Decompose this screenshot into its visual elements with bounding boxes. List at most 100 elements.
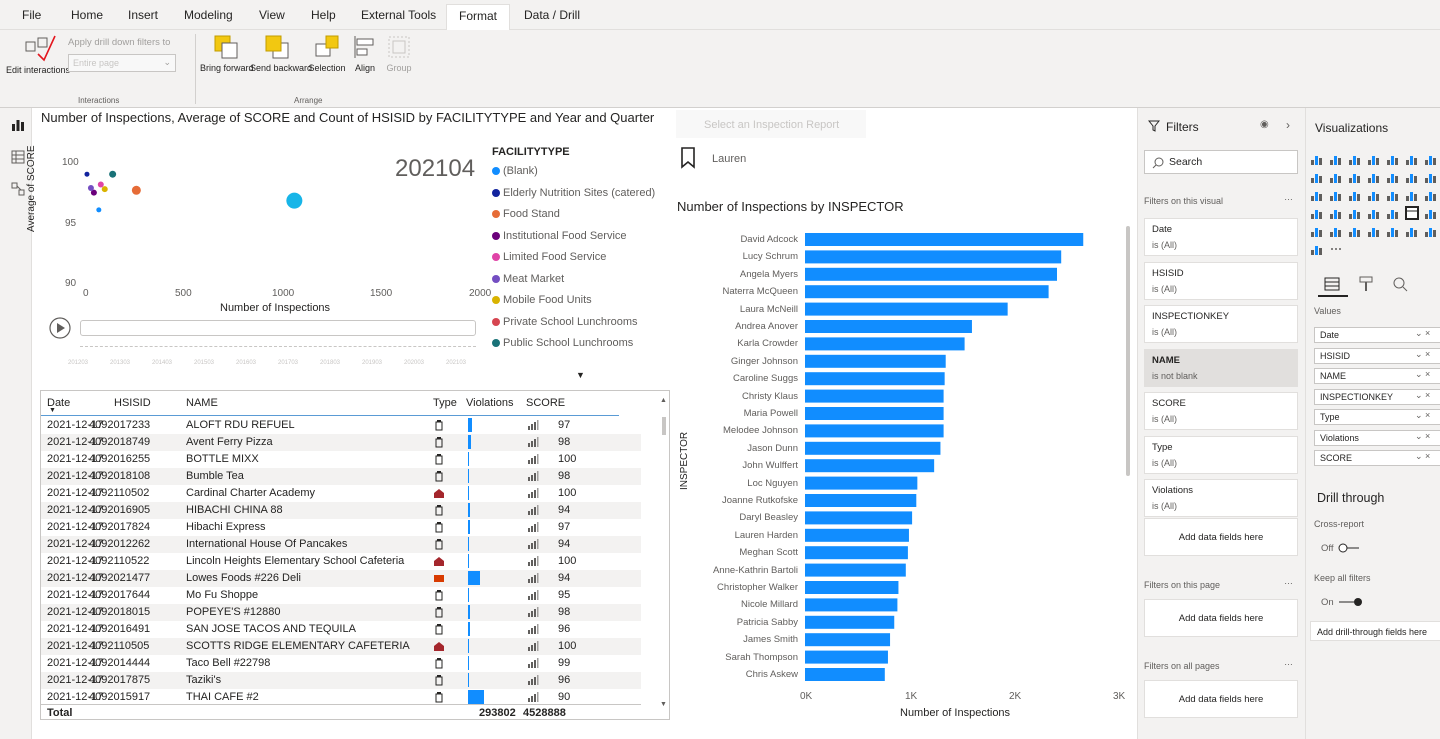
keep-all-filters-toggle[interactable] bbox=[1338, 597, 1364, 607]
filter-card[interactable]: HSISID is (All) bbox=[1144, 261, 1298, 300]
selection-pane-icon[interactable] bbox=[314, 34, 340, 60]
add-drill-through-fields[interactable]: Add drill-through fields here bbox=[1310, 621, 1440, 641]
clustered-column-icon[interactable] bbox=[1367, 152, 1381, 166]
inspector-bar[interactable] bbox=[805, 615, 895, 629]
key-influencers-icon[interactable] bbox=[1348, 224, 1362, 238]
group-button[interactable]: Group bbox=[384, 62, 414, 74]
line-clustered-icon[interactable] bbox=[1367, 170, 1381, 184]
inspector-bar[interactable] bbox=[805, 267, 1057, 281]
more-options-icon[interactable]: … bbox=[1284, 576, 1293, 586]
scroll-thumb[interactable] bbox=[662, 417, 666, 435]
inspector-bar[interactable] bbox=[805, 424, 944, 438]
more-options-icon[interactable]: … bbox=[1284, 192, 1293, 202]
scatter-point[interactable] bbox=[131, 185, 141, 195]
inspector-bar[interactable] bbox=[805, 581, 899, 594]
100-column-icon[interactable] bbox=[1405, 152, 1419, 166]
table-row[interactable]: 2021-12-17 4092016255 BOTTLE MIXX 100 bbox=[41, 451, 641, 468]
menu-data-drill[interactable]: Data / Drill bbox=[524, 8, 580, 22]
kpi-icon[interactable] bbox=[1367, 206, 1381, 220]
table-row[interactable]: 2021-12-17 4092017824 Hibachi Express 97 bbox=[41, 519, 641, 536]
table-row[interactable]: 2021-12-17 4092017875 Taziki's 96 bbox=[41, 672, 641, 689]
more-icon[interactable] bbox=[1329, 242, 1343, 256]
bar-scroll-thumb[interactable] bbox=[1126, 226, 1130, 476]
data-view-icon[interactable] bbox=[11, 150, 25, 164]
scatter-icon[interactable] bbox=[1310, 188, 1324, 202]
scroll-up-icon[interactable]: ▲ bbox=[660, 397, 667, 404]
value-field-well[interactable]: INSPECTIONKEY ⌄ × bbox=[1314, 388, 1440, 405]
menu-home[interactable]: Home bbox=[71, 8, 103, 22]
scatter-point[interactable] bbox=[286, 192, 303, 209]
bookmark-icon[interactable] bbox=[680, 147, 696, 169]
send-backward-icon[interactable] bbox=[264, 34, 290, 60]
filter-card[interactable]: SCORE is (All) bbox=[1144, 392, 1298, 430]
scatter-point[interactable] bbox=[87, 185, 94, 191]
table-row[interactable]: 2021-12-17 4092016491 SAN JOSE TACOS AND T… bbox=[41, 621, 641, 638]
inspector-bar[interactable] bbox=[805, 476, 918, 490]
shape-map-icon[interactable] bbox=[1424, 188, 1438, 202]
inspection-report-slicer[interactable]: Select an Inspection Report bbox=[676, 110, 866, 138]
legend-item[interactable]: Limited Food Service bbox=[492, 251, 606, 263]
format-paint-roller-icon[interactable] bbox=[1358, 276, 1374, 292]
filter-card[interactable]: Violations is (All) bbox=[1144, 479, 1298, 517]
menu-modeling[interactable]: Modeling bbox=[184, 8, 233, 22]
inspector-bar[interactable] bbox=[805, 250, 1062, 264]
paginated-icon[interactable] bbox=[1424, 224, 1438, 238]
send-backward-button[interactable]: Send backward bbox=[250, 62, 312, 74]
filled-map-icon[interactable] bbox=[1405, 188, 1419, 202]
table-icon[interactable] bbox=[1405, 206, 1419, 220]
inspector-bar[interactable] bbox=[805, 459, 935, 473]
align-icon[interactable] bbox=[352, 34, 378, 60]
selection-button[interactable]: Selection bbox=[305, 62, 349, 74]
bring-forward-icon[interactable] bbox=[213, 34, 239, 60]
inspector-bar[interactable] bbox=[805, 354, 946, 368]
r-visual-icon[interactable] bbox=[1310, 224, 1324, 238]
slicer-icon[interactable] bbox=[1386, 206, 1400, 220]
inspector-bar[interactable] bbox=[805, 528, 909, 542]
chevron-down-icon[interactable]: ⌄ × bbox=[1415, 369, 1430, 380]
legend-item[interactable]: Meat Market bbox=[492, 273, 564, 285]
menu-help[interactable]: Help bbox=[311, 8, 336, 22]
inspector-bar[interactable] bbox=[805, 598, 898, 612]
table-row[interactable]: 2021-12-17 4092014444 Taco Bell #22798 99 bbox=[41, 655, 641, 672]
menu-format[interactable]: Format bbox=[446, 4, 511, 30]
chevron-down-icon[interactable]: ⌄ × bbox=[1415, 349, 1430, 360]
table-scrollbar[interactable]: ▲ ▼ bbox=[660, 397, 668, 713]
table-row[interactable]: 2021-12-17 4092021477 Lowes Foods #226 Del… bbox=[41, 570, 641, 587]
card-icon[interactable] bbox=[1329, 206, 1343, 220]
inspector-bar[interactable] bbox=[805, 633, 891, 647]
value-field-well[interactable]: Violations ⌄ × bbox=[1314, 429, 1440, 446]
menu-view[interactable]: View bbox=[259, 8, 285, 22]
filter-card[interactable]: Date is (All) bbox=[1144, 218, 1298, 256]
table-row[interactable]: 2021-12-17 4092018015 POPEYE'S #12880 98 bbox=[41, 604, 641, 621]
table-row[interactable]: 2021-12-17 4092016905 HIBACHI CHINA 88 94 bbox=[41, 502, 641, 519]
treemap-icon[interactable] bbox=[1367, 188, 1381, 202]
report-view-icon[interactable] bbox=[11, 118, 25, 132]
legend-item[interactable]: Mobile Food Units bbox=[492, 294, 592, 306]
add-page-fields[interactable]: Add data fields here bbox=[1144, 599, 1298, 637]
menu-insert[interactable]: Insert bbox=[128, 8, 158, 22]
cross-report-toggle[interactable] bbox=[1338, 543, 1360, 553]
filter-search-box[interactable]: Search bbox=[1144, 150, 1298, 174]
inspector-bar[interactable] bbox=[805, 546, 908, 560]
chevron-down-icon[interactable]: ⌄ × bbox=[1415, 410, 1430, 421]
col-header-hsisid[interactable]: HSISID bbox=[114, 397, 151, 409]
col-header-name[interactable]: NAME bbox=[186, 397, 218, 409]
scatter-point[interactable] bbox=[97, 181, 104, 188]
smart-narrative-icon[interactable] bbox=[1405, 224, 1419, 238]
scatter-plot[interactable] bbox=[80, 160, 490, 285]
bookmark-label[interactable]: Lauren bbox=[712, 153, 746, 165]
stacked-area-icon[interactable] bbox=[1329, 170, 1343, 184]
play-axis-slider[interactable] bbox=[80, 320, 476, 336]
inspector-bar-chart[interactable] bbox=[800, 230, 1130, 690]
more-options-icon[interactable]: … bbox=[1284, 657, 1293, 667]
inspector-bar[interactable] bbox=[805, 302, 1008, 316]
chevron-down-icon[interactable]: ⌄ × bbox=[1415, 431, 1430, 442]
legend-item[interactable]: Elderly Nutrition Sites (catered) bbox=[492, 187, 655, 199]
more-options-caret-icon[interactable]: ▼ bbox=[576, 370, 585, 380]
col-header-violations[interactable]: Violations bbox=[466, 397, 514, 409]
table-row[interactable]: 2021-12-17 4092018749 Avent Ferry Pizza 98 bbox=[41, 434, 641, 451]
inspector-bar[interactable] bbox=[805, 320, 972, 333]
map-icon[interactable] bbox=[1386, 188, 1400, 202]
eye-icon[interactable]: ◉ bbox=[1260, 119, 1269, 130]
line-column-icon[interactable] bbox=[1348, 170, 1362, 184]
